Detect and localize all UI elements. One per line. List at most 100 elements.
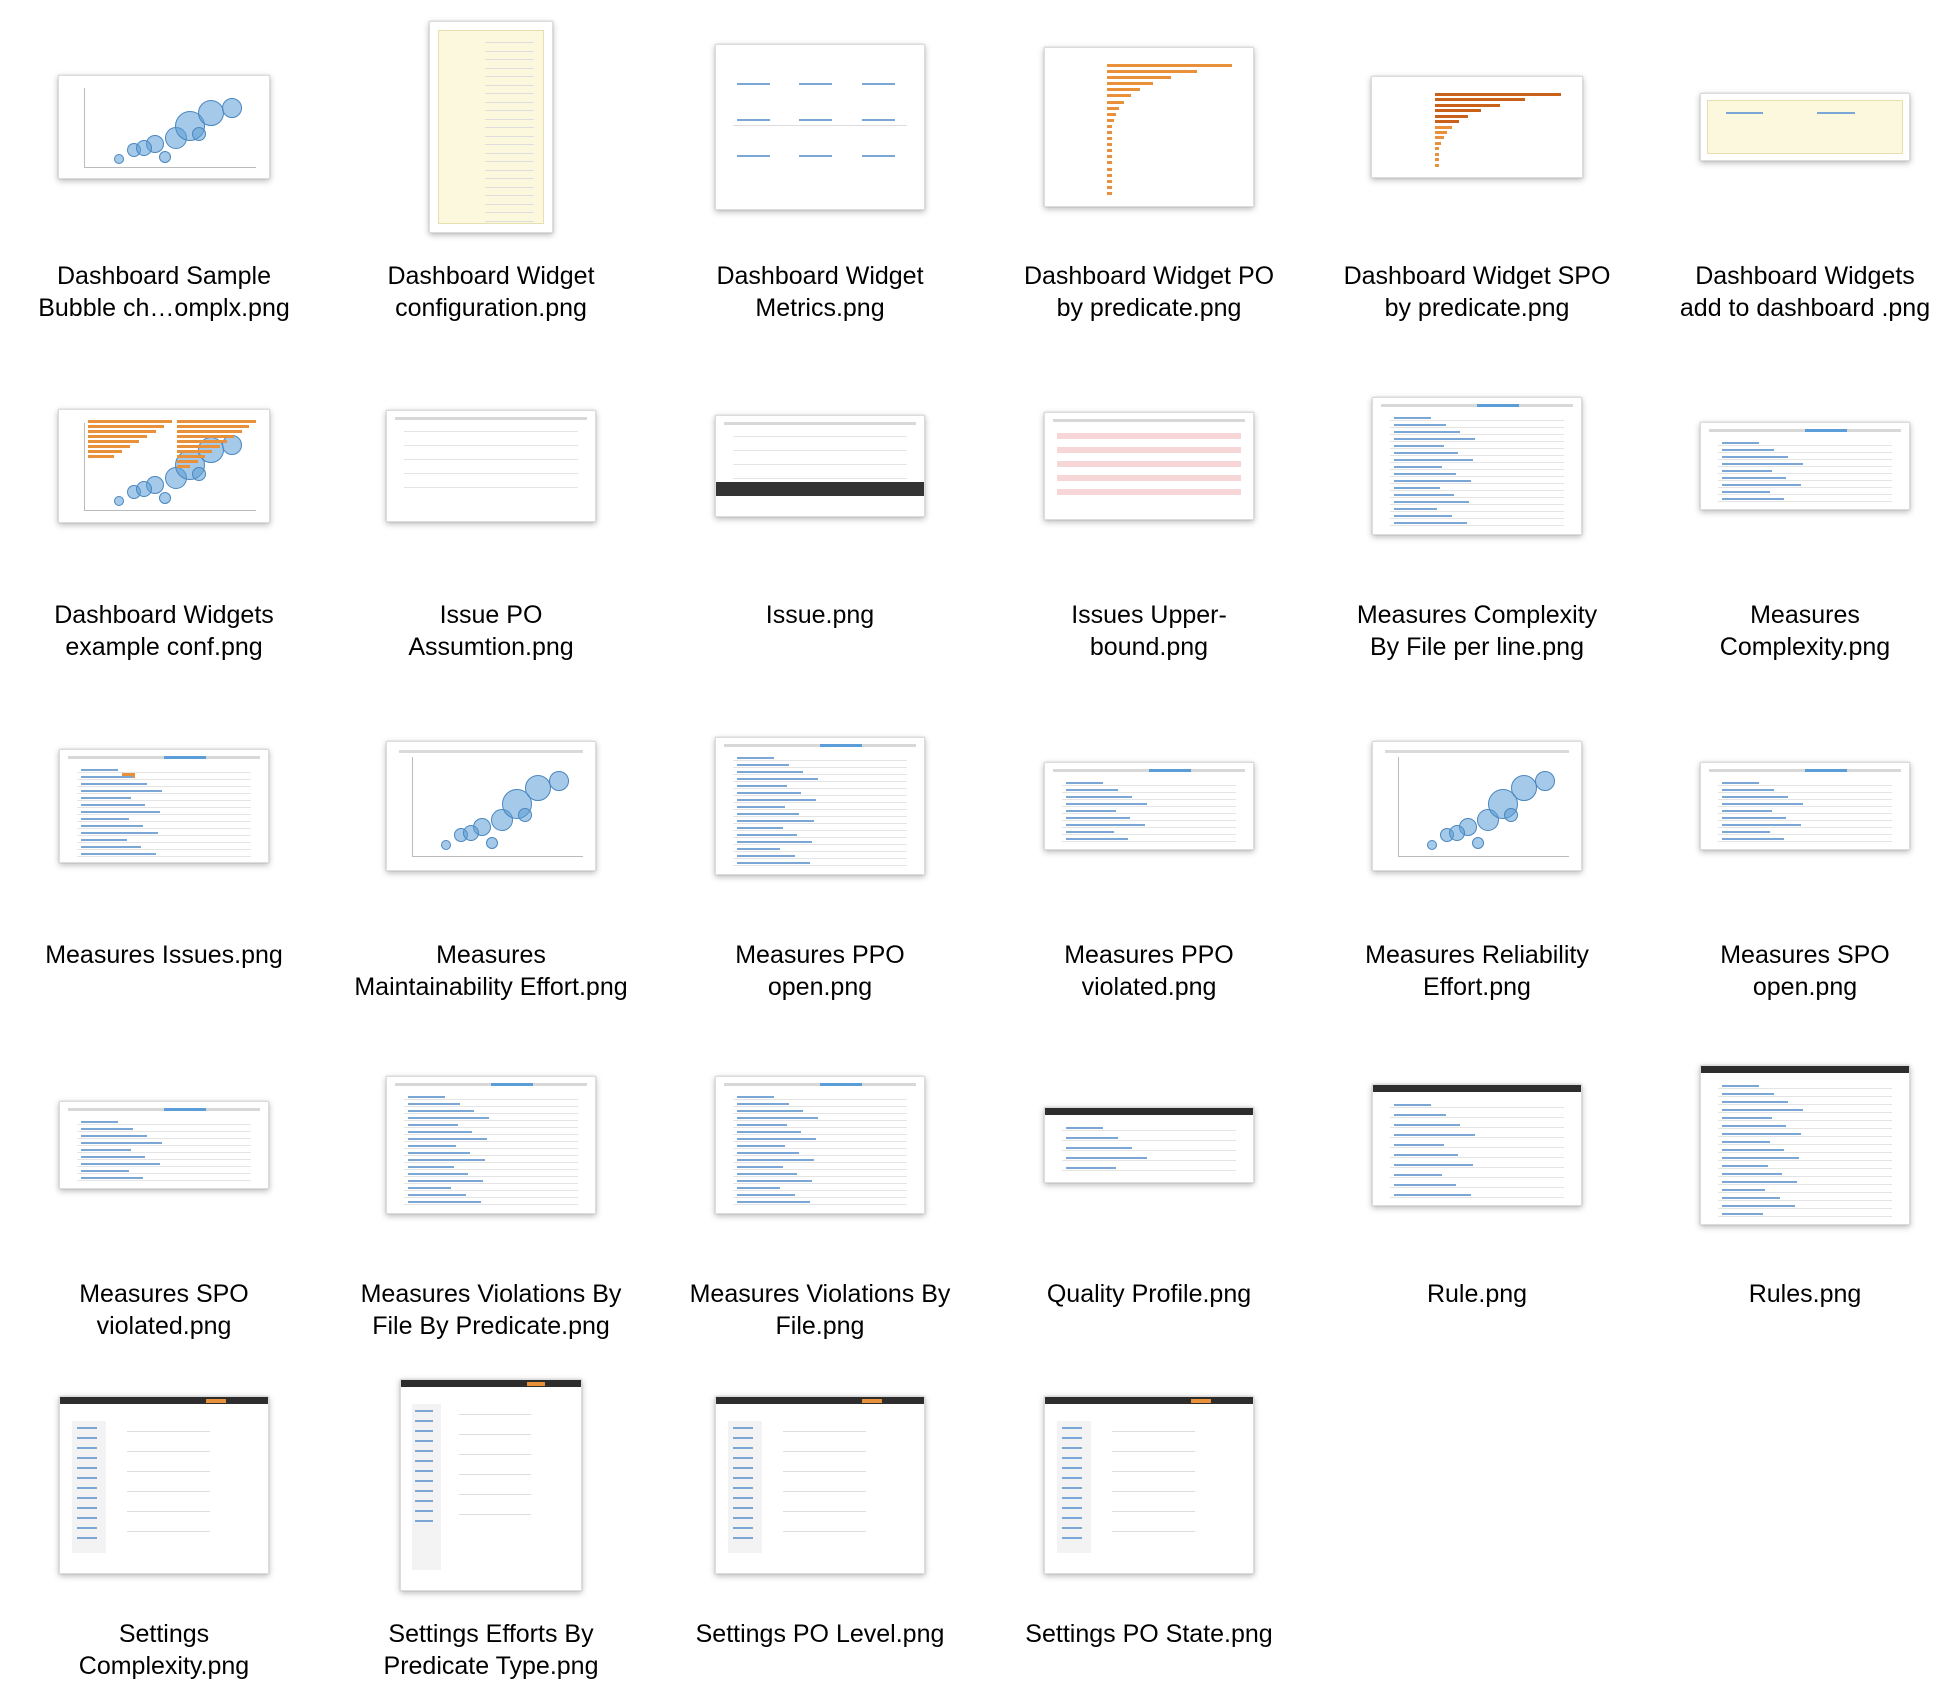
file-name[interactable]: Measures Reliability Effort.png [1313, 939, 1641, 1003]
file-name[interactable]: Issue.png [656, 599, 984, 631]
file-item[interactable]: Issues Upper-bound.png [985, 357, 1313, 677]
file-thumbnail[interactable] [1700, 93, 1910, 161]
file-item[interactable]: Measures Issues.png [0, 697, 328, 1017]
file-item[interactable]: Quality Profile.png [985, 1036, 1313, 1356]
list-row [732, 830, 908, 831]
file-item[interactable]: Settings PO Level.png [656, 1376, 984, 1696]
file-name[interactable]: Quality Profile.png [985, 1278, 1313, 1310]
file-item[interactable]: Dashboard Widget Metrics.png [656, 18, 984, 338]
file-thumbnail[interactable] [715, 415, 925, 517]
list-row [1061, 1140, 1237, 1141]
file-item[interactable]: Measures Reliability Effort.png [1313, 697, 1641, 1017]
file-thumbnail[interactable] [1700, 422, 1910, 510]
file-thumbnail[interactable] [1044, 762, 1254, 850]
file-thumbnail[interactable] [1044, 47, 1254, 207]
file-item[interactable]: Measures PPO violated.png [985, 697, 1313, 1017]
file-thumbnail[interactable] [58, 75, 270, 179]
config-row [484, 93, 534, 94]
bar-mark [1435, 158, 1440, 162]
row-link [407, 1201, 481, 1203]
file-thumbnail[interactable] [1371, 76, 1583, 178]
bubble-mark [191, 466, 206, 481]
file-name[interactable]: Measures PPO violated.png [985, 939, 1313, 1003]
file-name[interactable]: Dashboard Widget Metrics.png [656, 260, 984, 324]
file-item[interactable]: Measures Violations By File By Predicate.… [327, 1036, 655, 1356]
file-thumbnail[interactable] [386, 1076, 596, 1214]
file-item[interactable]: Measures PPO open.png [656, 697, 984, 1017]
file-name[interactable]: Settings PO Level.png [656, 1618, 984, 1650]
file-item[interactable]: Dashboard Widgets add to dashboard .png [1641, 18, 1938, 338]
file-item[interactable]: Settings Complexity.png [0, 1376, 328, 1696]
list-row [1717, 841, 1893, 842]
file-thumbnail[interactable] [1700, 762, 1910, 850]
file-name[interactable]: Issue PO Assumtion.png [327, 599, 655, 663]
file-item[interactable]: Measures Maintainability Effort.png [327, 697, 655, 1017]
file-thumbnail[interactable] [386, 410, 596, 522]
file-name[interactable]: Rule.png [1313, 1278, 1641, 1310]
file-name[interactable]: Dashboard Widget PO by predicate.png [985, 260, 1313, 324]
file-name[interactable]: Dashboard Widgets add to dashboard .png [1641, 260, 1938, 324]
file-item[interactable]: Measures SPO violated.png [0, 1036, 328, 1356]
file-name[interactable]: Dashboard Widget SPO by predicate.png [1313, 260, 1641, 324]
file-name[interactable]: Measures Issues.png [0, 939, 328, 971]
file-name[interactable]: Measures SPO violated.png [0, 1278, 328, 1342]
file-item[interactable]: Rule.png [1313, 1036, 1641, 1356]
file-thumbnail[interactable] [715, 1396, 925, 1574]
file-thumbnail[interactable] [59, 749, 269, 863]
row-link [736, 1173, 798, 1175]
file-thumbnail[interactable] [715, 737, 925, 875]
file-name[interactable]: Rules.png [1641, 1278, 1938, 1310]
file-thumbnail[interactable] [1372, 397, 1582, 535]
file-item[interactable]: Dashboard Widgets example conf.png [0, 357, 328, 677]
file-name[interactable]: Measures SPO open.png [1641, 939, 1938, 1003]
file-name[interactable]: Settings Efforts By Predicate Type.png [327, 1618, 655, 1682]
file-thumbnail[interactable] [400, 1379, 582, 1591]
file-item[interactable]: Measures Complexity.png [1641, 357, 1938, 677]
file-name[interactable]: Measures PPO open.png [656, 939, 984, 1003]
file-thumbnail[interactable] [429, 21, 553, 233]
file-item[interactable]: Rules.png [1641, 1036, 1938, 1356]
file-name[interactable]: Issues Upper-bound.png [985, 599, 1313, 663]
list-row [1061, 785, 1237, 786]
file-name[interactable]: Measures Violations By File.png [656, 1278, 984, 1342]
file-name[interactable]: Dashboard Sample Bubble ch…omplx.png [0, 260, 328, 324]
row-link [1721, 442, 1760, 444]
list-row [1717, 445, 1893, 446]
file-thumbnail[interactable] [386, 741, 596, 871]
file-thumbnail[interactable] [715, 1076, 925, 1214]
file-thumbnail[interactable] [1044, 412, 1254, 520]
file-name[interactable]: Measures Maintainability Effort.png [327, 939, 655, 1003]
file-item[interactable]: Issue.png [656, 357, 984, 677]
file-name[interactable]: Measures Violations By File By Predicate.… [327, 1278, 655, 1342]
file-item[interactable]: Settings PO State.png [985, 1376, 1313, 1696]
file-thumbnail[interactable] [1372, 1084, 1582, 1206]
file-thumbnail[interactable] [59, 1101, 269, 1189]
file-name[interactable]: Dashboard Widget configuration.png [327, 260, 655, 324]
list-row [732, 1204, 908, 1205]
file-name[interactable]: Measures Complexity By File per line.png [1313, 599, 1641, 663]
file-thumbnail[interactable] [715, 44, 925, 210]
file-item[interactable]: Dashboard Sample Bubble ch…omplx.png [0, 18, 328, 338]
file-item[interactable]: Measures Complexity By File per line.png [1313, 357, 1641, 677]
file-item[interactable]: Measures Violations By File.png [656, 1036, 984, 1356]
file-item[interactable]: Measures SPO open.png [1641, 697, 1938, 1017]
file-name[interactable]: Settings Complexity.png [0, 1618, 328, 1682]
file-name[interactable]: Dashboard Widgets example conf.png [0, 599, 328, 663]
file-thumbnail[interactable] [1700, 1065, 1910, 1225]
active-nav [1190, 1399, 1212, 1403]
file-thumbnail[interactable] [59, 1396, 269, 1574]
file-thumbnail[interactable] [58, 409, 270, 523]
file-name[interactable]: Measures Complexity.png [1641, 599, 1938, 663]
file-name[interactable]: Settings PO State.png [985, 1618, 1313, 1650]
config-row [484, 212, 534, 213]
file-item[interactable]: Dashboard Widget PO by predicate.png [985, 18, 1313, 338]
file-item[interactable]: Dashboard Widget configuration.png [327, 18, 655, 338]
file-item[interactable]: Settings Efforts By Predicate Type.png [327, 1376, 655, 1696]
file-thumbnail[interactable] [1372, 741, 1582, 871]
file-item[interactable]: Dashboard Widget SPO by predicate.png [1313, 18, 1641, 338]
setting-row [782, 1531, 866, 1532]
file-thumbnail[interactable] [1044, 1396, 1254, 1574]
file-item[interactable]: Issue PO Assumtion.png [327, 357, 655, 677]
file-thumbnail[interactable] [1044, 1107, 1254, 1183]
row-link [736, 1145, 785, 1147]
